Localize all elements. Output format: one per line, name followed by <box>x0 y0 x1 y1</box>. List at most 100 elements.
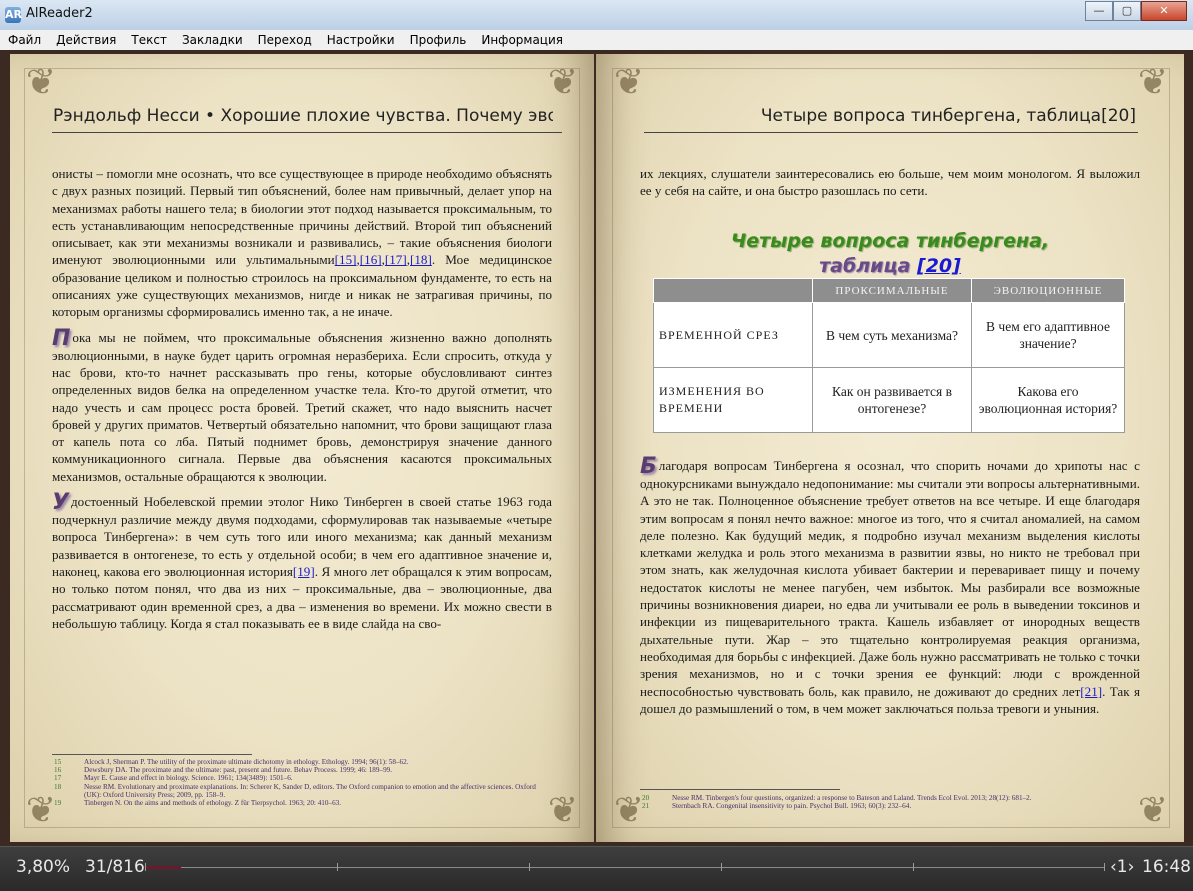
book-view[interactable]: ❦ ❦ ❦ ❦ Рэндольф Несси • Хорошие плохие … <box>0 50 1193 846</box>
left-page-text: онисты – помогли мне осознать, что все с… <box>52 165 552 632</box>
text-run: лагодаря вопросам Тинбергена я осознал, … <box>640 458 1140 699</box>
window-controls: — ▢ ✕ <box>1085 1 1187 21</box>
close-button[interactable]: ✕ <box>1141 1 1187 21</box>
footnote: 19 Tinbergen N. On the aims and methods o… <box>54 799 554 807</box>
menu-bar: Файл Действия Текст Закладки Переход Нас… <box>0 30 1193 51</box>
table-title-text: таблица <box>819 255 911 277</box>
paragraph: Благодаря вопросам Тинбергена я осознал,… <box>640 454 1140 717</box>
minimize-button[interactable]: — <box>1085 1 1113 21</box>
footnote-rule <box>52 754 252 755</box>
right-page-intro: их лекциях, слушатели заинтересовались е… <box>640 165 1140 200</box>
menu-settings[interactable]: Настройки <box>319 30 402 50</box>
clock: 16:48 <box>1142 857 1191 877</box>
progress-tick <box>145 863 146 871</box>
left-page[interactable]: ❦ ❦ ❦ ❦ Рэндольф Несси • Хорошие плохие … <box>10 54 594 842</box>
progress-tick <box>913 863 914 871</box>
reading-percent: 3,80% <box>16 857 71 877</box>
window-title-bar[interactable]: AR AlReader2 — ▢ ✕ <box>0 0 1193 31</box>
footnote-number: 18 <box>54 782 62 791</box>
progress-tick <box>1104 863 1105 871</box>
footnote: 15 Alcock J, Sherman P. The utility of th… <box>54 758 554 766</box>
footnote-link[interactable]: [15] <box>335 252 357 267</box>
progress-tick <box>529 863 530 871</box>
footnote-text: Tinbergen N. On the aims and methods of … <box>84 799 342 808</box>
corner-ornament-icon: ❦ <box>613 62 645 103</box>
table-cell: Как он развивается в онтогенезе? <box>812 367 972 433</box>
tinbergen-table: ПРОКСИМАЛЬНЫЕ ЭВОЛЮЦИОННЫЕ ВРЕМЕННОЙ СРЕ… <box>653 278 1125 433</box>
footnotes-right: 20 Nesse RM. Tinbergen's four questions, … <box>642 794 1142 810</box>
running-head-rule <box>644 132 1138 133</box>
table-cell: В чем его адаптивное значение? <box>971 302 1125 368</box>
footnote-number: 20 <box>642 794 650 802</box>
footnote-text: Alcock J, Sherman P. The utility of the … <box>84 758 409 766</box>
footnote-number: 19 <box>54 799 62 808</box>
footnote-link[interactable]: [18] <box>410 252 432 267</box>
progress-fill <box>145 866 181 869</box>
right-page-text: Благодаря вопросам Тинбергена я осознал,… <box>640 454 1140 717</box>
row-header: ВРЕМЕННОЙ СРЕЗ <box>653 302 813 368</box>
paragraph: их лекциях, слушатели заинтересовались е… <box>640 166 1140 199</box>
footnote-number: 17 <box>54 774 62 783</box>
paragraph: Удостоенный Нобелевской премии этолог Ни… <box>52 490 552 632</box>
menu-text[interactable]: Текст <box>123 30 174 50</box>
drop-cap: У <box>52 490 69 516</box>
drop-cap: Б <box>640 454 657 479</box>
footnotes-left: 15 Alcock J, Sherman P. The utility of th… <box>54 758 554 807</box>
progress-tick <box>337 863 338 871</box>
footnote: 21 Sternbach RA. Congenital insensitivity… <box>642 802 1142 810</box>
footnote-number: 15 <box>54 758 62 766</box>
menu-goto[interactable]: Переход <box>250 30 319 50</box>
drop-cap: П <box>52 325 71 351</box>
table-cell: Какова его эволюционная история? <box>971 367 1125 433</box>
running-head-right: Четыре вопроса тинбергена, таблица[20] <box>760 106 1136 126</box>
progress-track[interactable] <box>145 867 1105 868</box>
footnote-link[interactable]: [20] <box>917 255 961 277</box>
table-row: ВРЕМЕННОЙ СРЕЗ В чем суть механизма? В ч… <box>653 302 1125 368</box>
footnote-text: Nesse RM. Tinbergen's four questions, or… <box>672 794 1032 802</box>
corner-ornament-icon: ❦ <box>1137 62 1169 103</box>
table-cell: В чем суть механизма? <box>812 302 972 368</box>
table-title-line-2: таблица [20] <box>596 255 1184 277</box>
table-title-text: Четыре вопроса тинбергена, <box>730 230 1050 252</box>
table-header-row: ПРОКСИМАЛЬНЫЕ ЭВОЛЮЦИОННЫЕ <box>653 278 1125 303</box>
menu-file[interactable]: Файл <box>0 30 48 50</box>
progress-tick <box>721 863 722 871</box>
corner-ornament-icon: ❦ <box>547 62 579 103</box>
footnote-link[interactable]: [21] <box>1080 684 1102 699</box>
column-header: ПРОКСИМАЛЬНЫЕ <box>812 278 972 303</box>
footnote: 18 Nesse RM. Evolutionary and proximate e… <box>54 783 554 799</box>
paragraph: Пока мы не поймем, что проксимальные объ… <box>52 325 552 485</box>
status-bar: 3,80% 31/816 ‹1› 16:48 <box>0 846 1193 891</box>
footnote-text: Nesse RM. Evolutionary and proximate exp… <box>84 782 536 799</box>
column-header: ЭВОЛЮЦИОННЫЕ <box>971 278 1125 303</box>
footnote: 17 Mayr E. Cause and effect in biology. S… <box>54 774 554 782</box>
footnote: 20 Nesse RM. Tinbergen's four questions, … <box>642 794 1142 802</box>
footnote-text: Dewsbury DA. The proximate and the ultim… <box>84 766 393 775</box>
footnote-number: 21 <box>642 802 650 811</box>
menu-profile[interactable]: Профиль <box>402 30 474 50</box>
footnote-number: 16 <box>54 766 62 775</box>
footnote-rule <box>640 789 840 790</box>
text-run: ока мы не поймем, что проксимальные объя… <box>52 329 552 484</box>
footnote-link[interactable]: [17] <box>385 252 407 267</box>
right-page[interactable]: ❦ ❦ ❦ ❦ Четыре вопроса тинбергена, табли… <box>596 54 1184 842</box>
menu-info[interactable]: Информация <box>473 30 570 50</box>
paragraph: онисты – помогли мне осознать, что все с… <box>52 166 552 320</box>
chapter-indicator[interactable]: ‹1› <box>1110 857 1134 877</box>
menu-actions[interactable]: Действия <box>48 30 123 50</box>
page-counter[interactable]: 31/816 <box>85 857 145 877</box>
maximize-button[interactable]: ▢ <box>1113 1 1141 21</box>
footnote-link[interactable]: [19] <box>293 564 315 579</box>
footnote: 16 Dewsbury DA. The proximate and the ult… <box>54 766 554 774</box>
footnote-text: Sternbach RA. Congenital insensitivity t… <box>672 802 912 811</box>
footnote-link[interactable]: [16] <box>360 252 382 267</box>
menu-bookmarks[interactable]: Закладки <box>174 30 250 50</box>
window-title: AlReader2 <box>26 6 93 21</box>
running-head-left: Рэндольф Несси • Хорошие плохие чувства.… <box>53 106 553 126</box>
footnote-text: Mayr E. Cause and effect in biology. Sci… <box>84 774 293 783</box>
table-corner-cell <box>653 278 813 303</box>
corner-ornament-icon: ❦ <box>25 62 57 103</box>
row-header: ИЗМЕНЕНИЯ ВО ВРЕМЕНИ <box>653 367 813 433</box>
table-title-line-1: Четыре вопроса тинбергена, <box>596 230 1184 252</box>
running-head-rule <box>52 132 562 133</box>
